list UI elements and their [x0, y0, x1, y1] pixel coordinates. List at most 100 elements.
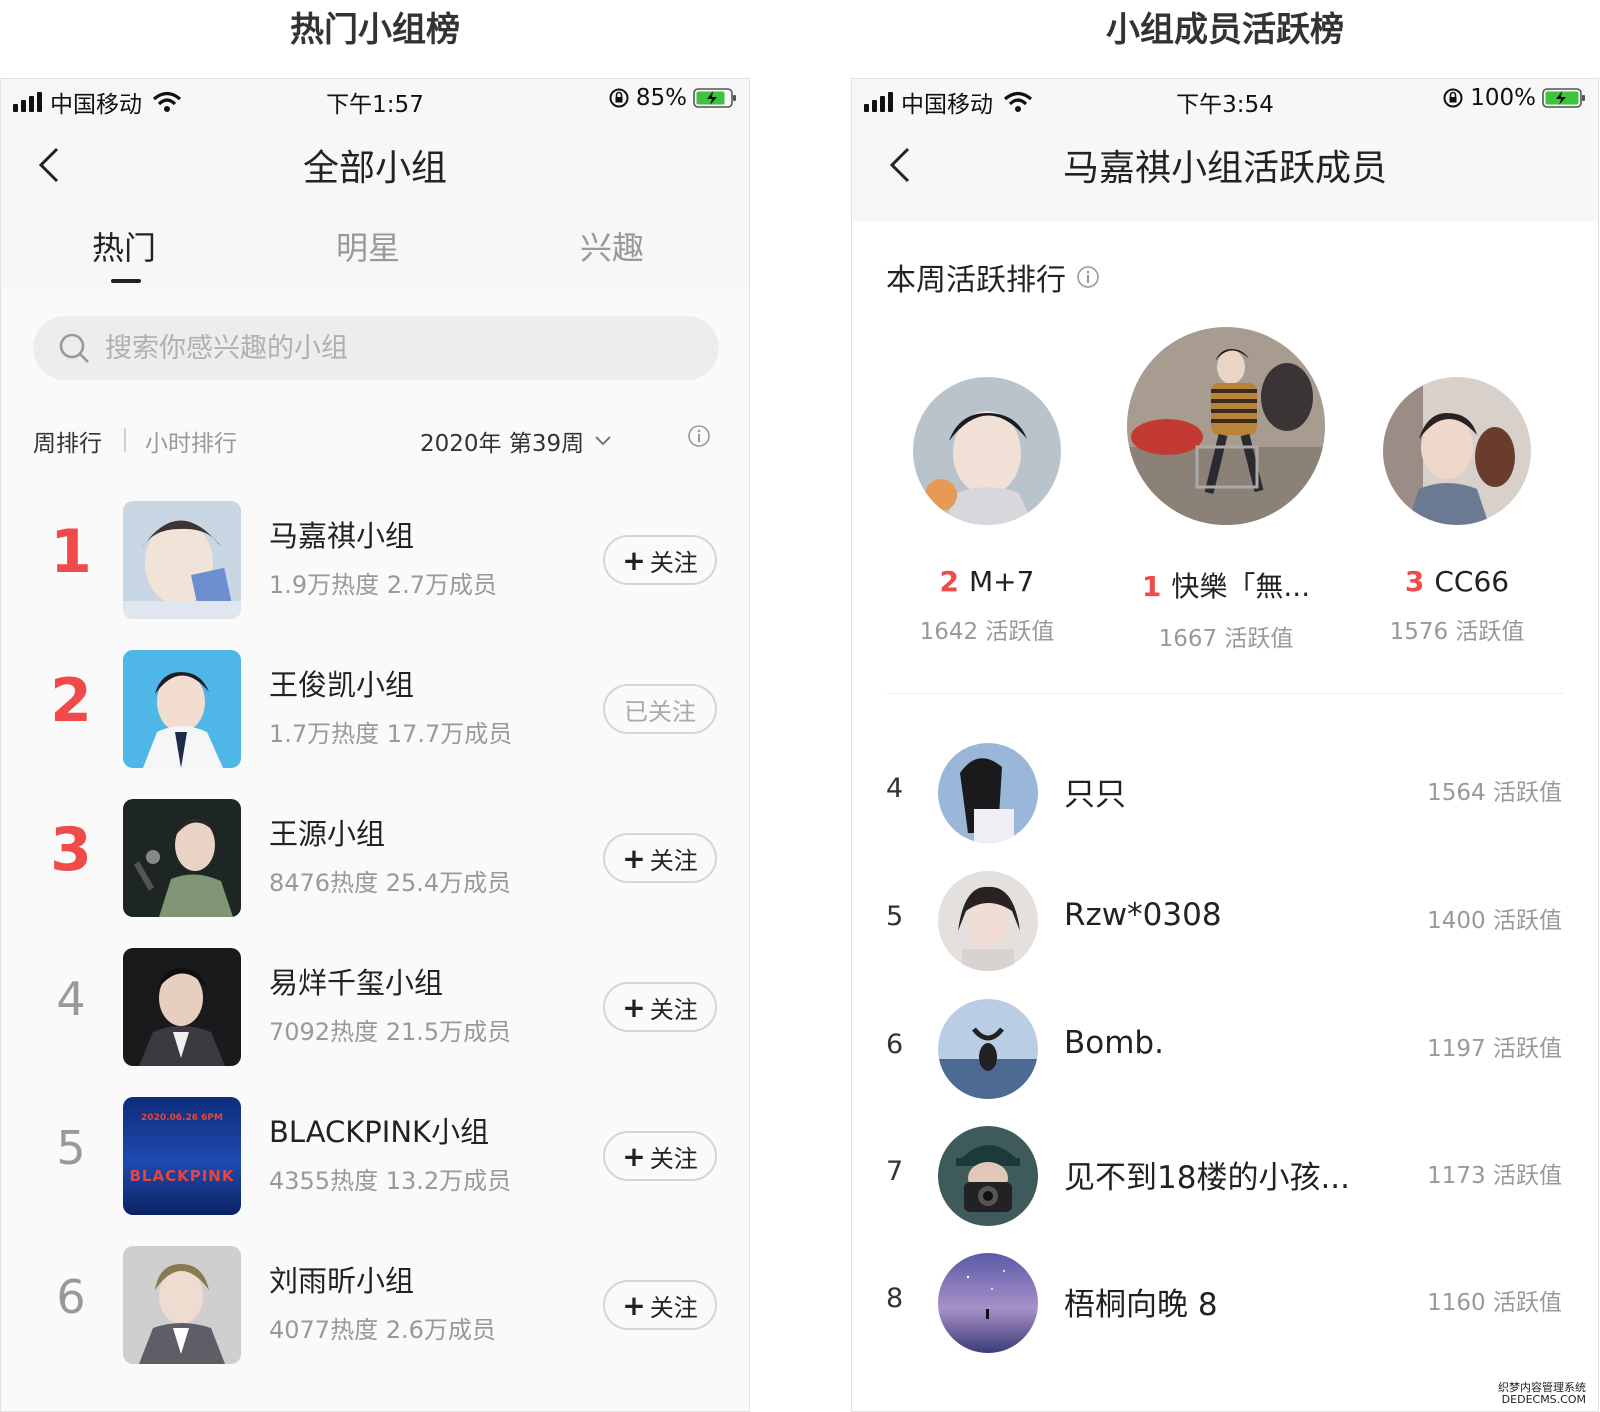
member-avatar: [938, 1126, 1038, 1226]
left-caption: 热门小组榜: [290, 10, 460, 50]
hot-groups-screen: 中国移动 下午1:57 85% 全部小组 热门 明星 兴趣 周排行 | 小时排行…: [0, 78, 750, 1412]
group-rank: 6: [56, 1270, 86, 1324]
member-avatar: [938, 999, 1038, 1099]
follow-button[interactable]: + 关注: [603, 982, 717, 1032]
podium-name: CC66: [1434, 565, 1510, 598]
member-row[interactable]: 8 梧桐向晚 8 1160 活跃值: [852, 1253, 1598, 1363]
chevron-down-icon: [595, 436, 611, 446]
plus-icon: +: [622, 990, 646, 1024]
group-row[interactable]: 2 王俊凯小组 1.7万热度 17.7万成员 已关注: [1, 650, 749, 800]
period-label: 2020年 第39周: [420, 431, 585, 457]
member-name: 见不到18楼的小孩...: [1064, 1160, 1351, 1196]
tab-hot[interactable]: 热门: [49, 223, 199, 269]
hourly-ranking-toggle[interactable]: 小时排行: [145, 424, 237, 458]
group-name: 王俊凯小组: [269, 668, 415, 702]
podium-score: 1642 活跃值: [919, 619, 1055, 645]
status-bar: 中国移动 下午3:54 100%: [852, 79, 1598, 119]
podium-score: 1576 活跃值: [1389, 619, 1525, 645]
tab-interests[interactable]: 兴趣: [537, 223, 687, 269]
group-rank: 3: [50, 815, 92, 885]
right-caption: 小组成员活跃榜: [1106, 10, 1344, 50]
period-selector[interactable]: 2020年 第39周: [420, 424, 612, 458]
filter-divider: |: [121, 426, 129, 452]
search-input[interactable]: [105, 332, 665, 364]
follow-label: 关注: [649, 548, 698, 577]
group-stats: 7092热度 21.5万成员: [269, 1018, 512, 1046]
podium-rank: 1: [1141, 570, 1162, 603]
group-cover-image: [123, 948, 241, 1066]
member-name: 只只: [1064, 777, 1126, 813]
divider: [886, 693, 1564, 694]
member-score: 1173 活跃值: [1427, 1163, 1562, 1189]
podium-name: M+7: [969, 565, 1035, 598]
follow-label: 已关注: [624, 697, 696, 726]
member-row[interactable]: 7 见不到18楼的小孩... 1173 活跃值: [852, 1126, 1598, 1236]
podium-rank: 2: [939, 565, 960, 598]
podium-score: 1667 活跃值: [1158, 626, 1294, 652]
status-bar: 中国移动 下午1:57 85%: [1, 79, 749, 119]
follow-button[interactable]: + 关注: [603, 833, 717, 883]
group-rank: 2: [50, 666, 92, 736]
group-row[interactable]: 5 2020.06.26 6PM BLACKPINK BLACKPINK小组 4…: [1, 1097, 749, 1247]
group-row[interactable]: 6 刘雨昕小组 4077热度 2.6万成员 + 关注: [1, 1246, 749, 1396]
group-row[interactable]: 4 易烊千玺小组 7092热度 21.5万成员 + 关注: [1, 948, 749, 1098]
rotation-lock-icon: [609, 88, 629, 108]
info-icon[interactable]: [1076, 265, 1100, 289]
plus-icon: +: [622, 841, 646, 875]
plus-icon: +: [622, 543, 646, 577]
member-score: 1400 活跃值: [1427, 908, 1562, 934]
group-name: 易烊千玺小组: [269, 966, 444, 1000]
member-avatar: [913, 377, 1061, 525]
member-row[interactable]: 6 Bomb. 1197 活跃值: [852, 999, 1598, 1109]
member-avatar: [1127, 327, 1325, 525]
podium-first[interactable]: 1 快樂「無... 1667 活跃值: [1102, 327, 1350, 653]
member-name: Rzw*0308: [1064, 897, 1222, 933]
group-stats: 1.9万热度 2.7万成员: [269, 571, 497, 599]
member-name: 梧桐向晚 8: [1064, 1287, 1218, 1323]
battery-percent: 85%: [635, 85, 687, 111]
page-title: 全部小组: [302, 148, 447, 189]
group-name: 刘雨昕小组: [269, 1264, 415, 1298]
group-name: 王源小组: [269, 817, 386, 851]
search-bar[interactable]: [33, 316, 719, 380]
follow-button[interactable]: + 关注: [603, 1131, 717, 1181]
followed-button[interactable]: 已关注: [603, 684, 717, 734]
follow-button[interactable]: + 关注: [603, 1280, 717, 1330]
group-stats: 4077热度 2.6万成员: [269, 1316, 496, 1344]
follow-label: 关注: [649, 1293, 698, 1322]
group-cover-image: [123, 650, 241, 768]
group-rank: 4: [56, 972, 86, 1026]
follow-button[interactable]: + 关注: [603, 535, 717, 585]
podium-rank: 3: [1404, 565, 1425, 598]
podium-name: 快樂「無...: [1171, 570, 1311, 603]
member-row[interactable]: 4 只只 1564 活跃值: [852, 743, 1598, 853]
member-name: Bomb.: [1064, 1025, 1164, 1061]
poster-logo: BLACKPINK: [129, 1167, 235, 1185]
group-name: BLACKPINK小组: [269, 1115, 490, 1149]
active-members-screen: 中国移动 下午3:54 100% 马嘉祺小组活跃成员 本周活跃排行 2 M+7 1…: [851, 78, 1599, 1412]
battery-percent: 100%: [1470, 85, 1536, 111]
weekly-ranking-toggle[interactable]: 周排行: [33, 424, 102, 458]
rotation-lock-icon: [1443, 88, 1463, 108]
member-score: 1160 活跃值: [1427, 1290, 1562, 1316]
podium-third[interactable]: 3 CC66 1576 活跃值: [1362, 377, 1552, 646]
podium-second[interactable]: 2 M+7 1642 活跃值: [892, 377, 1082, 646]
watermark-line2: DEDECMS.COM: [1501, 1393, 1586, 1406]
search-icon: [59, 333, 89, 363]
member-rank: 7: [886, 1156, 904, 1187]
member-rank: 8: [886, 1283, 904, 1314]
member-score: 1197 活跃值: [1427, 1036, 1562, 1062]
member-row[interactable]: 5 Rzw*0308 1400 活跃值: [852, 871, 1598, 981]
group-stats: 4355热度 13.2万成员: [269, 1167, 512, 1195]
member-rank: 4: [886, 773, 904, 804]
page-title: 马嘉祺小组活跃成员: [1062, 148, 1387, 189]
plus-icon: +: [622, 1288, 646, 1322]
group-row[interactable]: 3 王源小组 8476热度 25.4万成员 + 关注: [1, 799, 749, 949]
group-cover-image: [123, 501, 241, 619]
group-cover-image: [123, 799, 241, 917]
tab-stars[interactable]: 明星: [293, 223, 443, 269]
battery-charging-icon: [693, 88, 736, 108]
group-row[interactable]: 1 马嘉祺小组 1.9万热度 2.7万成员 + 关注: [1, 501, 749, 651]
follow-label: 关注: [649, 995, 698, 1024]
info-icon[interactable]: [687, 424, 711, 448]
